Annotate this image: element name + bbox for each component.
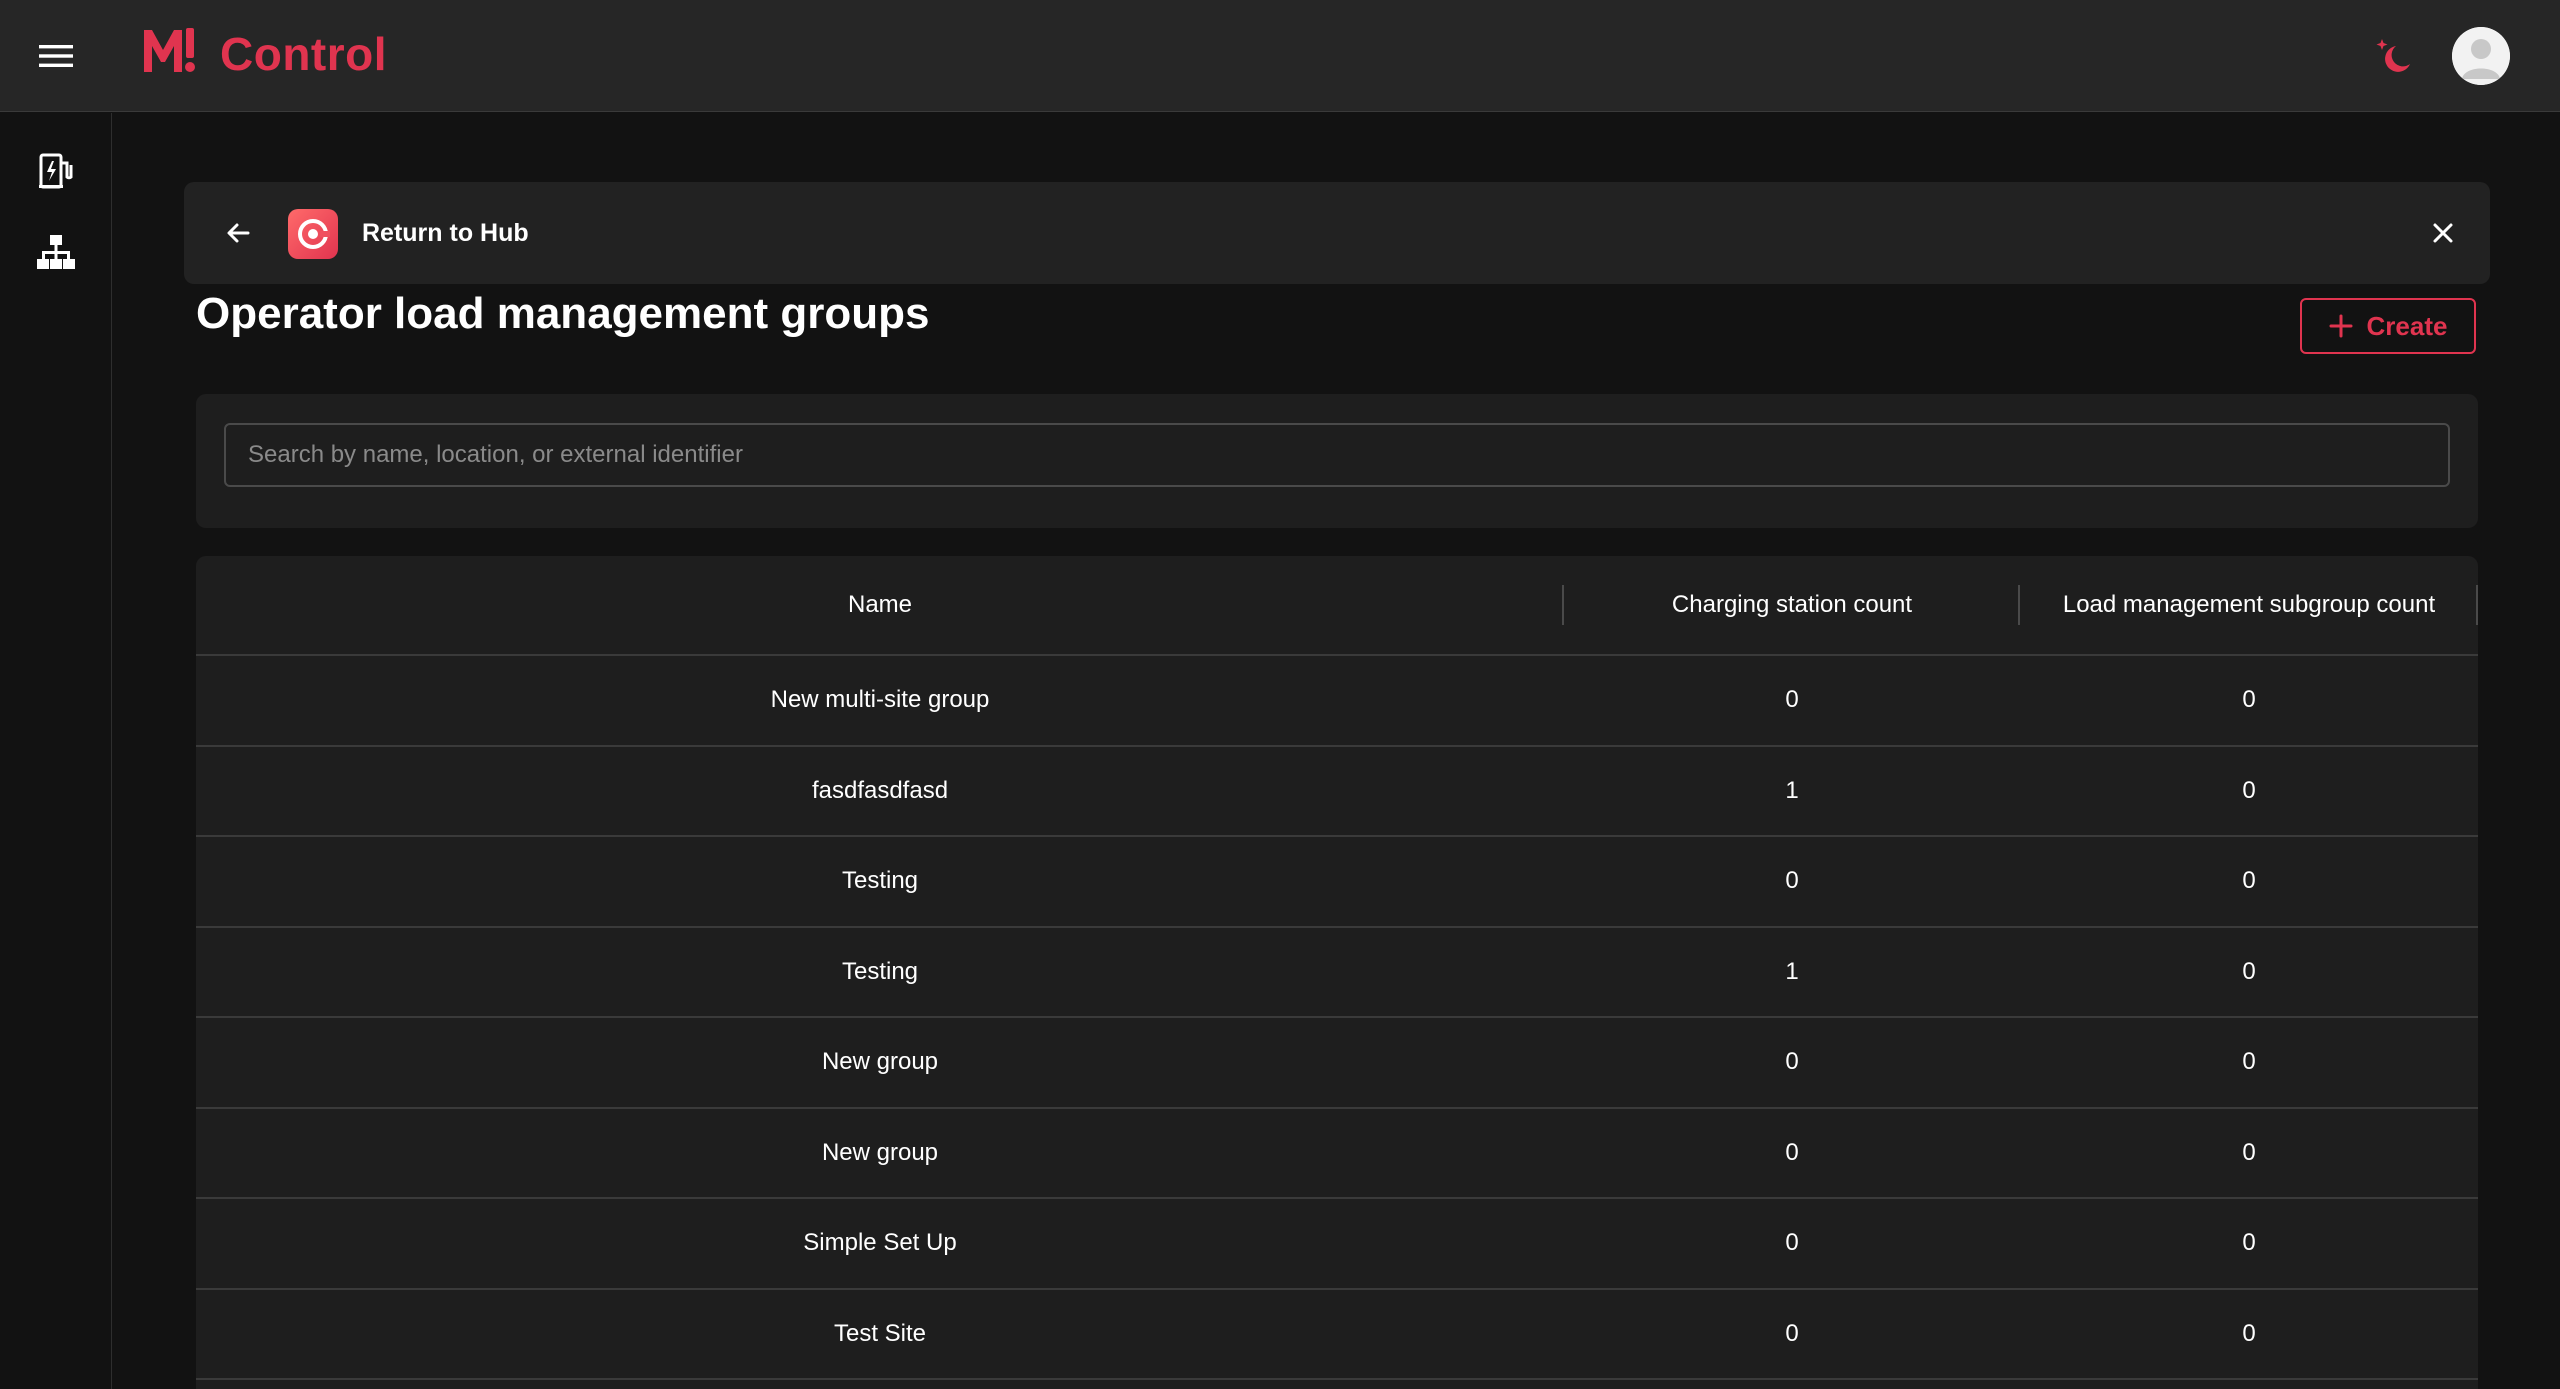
cell-subgroup-count: 0 — [2242, 867, 2256, 895]
cell-charging-station-count: 0 — [1785, 1319, 1799, 1347]
create-button-label: Create — [2366, 310, 2448, 341]
groups-table: Name Charging station count Load managem… — [196, 556, 2478, 1389]
cell-charging-station-count: 0 — [1785, 1048, 1799, 1076]
cell-subgroup-count: 0 — [2242, 776, 2256, 804]
cell-charging-station-count: 1 — [1785, 957, 1799, 985]
cell-charging-station-count: 0 — [1785, 686, 1799, 714]
cell-name: fasdfasdfasd — [811, 776, 949, 804]
close-button[interactable] — [2424, 214, 2462, 252]
back-button[interactable] — [220, 214, 258, 252]
user-avatar[interactable] — [2452, 27, 2510, 85]
table-body: New multi-site group 0 0 fasdfasdfasd 1 … — [196, 656, 2478, 1380]
column-header-charging-station-count[interactable]: Charging station count — [1564, 556, 2020, 655]
cell-name: New multi-site group — [770, 686, 990, 714]
theme-toggle-button[interactable] — [2372, 34, 2416, 78]
side-navigation — [0, 113, 112, 1389]
cell-subgroup-count: 0 — [2242, 1319, 2256, 1347]
nav-load-management-groups[interactable] — [36, 233, 76, 273]
return-to-hub-link[interactable]: Return to Hub — [362, 216, 529, 250]
table-row[interactable]: New multi-site group 0 0 — [196, 656, 2478, 747]
plus-icon — [2329, 314, 2353, 338]
return-to-hub-bar: Return to Hub — [184, 182, 2490, 284]
cell-subgroup-count: 0 — [2242, 686, 2256, 714]
cell-name: Testing — [841, 957, 919, 985]
cell-subgroup-count: 0 — [2242, 1048, 2256, 1076]
column-header-subgroup-count[interactable]: Load management subgroup count — [2020, 556, 2478, 655]
search-panel — [196, 394, 2478, 528]
cell-name: Testing — [841, 867, 919, 895]
cell-name: Simple Set Up — [803, 1229, 957, 1257]
search-input[interactable] — [224, 423, 2450, 487]
table-row[interactable]: New group 0 0 — [196, 1018, 2478, 1109]
cell-name: Test Site — [833, 1319, 927, 1347]
cell-charging-station-count: 0 — [1785, 1229, 1799, 1257]
table-header: Name Charging station count Load managem… — [196, 556, 2478, 656]
charging-station-icon — [39, 153, 73, 189]
cell-charging-station-count: 0 — [1785, 867, 1799, 895]
cell-charging-station-count: 1 — [1785, 776, 1799, 804]
top-app-bar: Control — [0, 0, 2560, 112]
cell-charging-station-count: 0 — [1785, 1138, 1799, 1166]
column-header-name[interactable]: Name — [196, 556, 1564, 655]
hub-app-icon — [288, 209, 338, 259]
menu-button[interactable] — [30, 36, 82, 76]
hamburger-menu-icon — [39, 45, 73, 67]
nav-charging-stations[interactable] — [36, 151, 76, 191]
table-row[interactable]: Testing 0 0 — [196, 837, 2478, 928]
hierarchy-icon — [37, 235, 75, 269]
user-avatar-icon — [2452, 27, 2510, 85]
create-button[interactable]: Create — [2300, 298, 2476, 354]
cell-subgroup-count: 0 — [2242, 1138, 2256, 1166]
table-row[interactable]: Testing 1 0 — [196, 928, 2478, 1018]
close-icon — [2433, 223, 2453, 243]
brand-name: Control — [220, 28, 388, 80]
table-row[interactable]: fasdfasdfasd 1 0 — [196, 747, 2478, 837]
moon-sparkle-icon — [2376, 39, 2410, 72]
hub-logo-icon — [298, 219, 330, 249]
cell-subgroup-count: 0 — [2242, 1229, 2256, 1257]
table-row[interactable]: Test Site 0 0 — [196, 1290, 2478, 1380]
cell-name: New group — [821, 1138, 939, 1166]
cell-subgroup-count: 0 — [2242, 957, 2256, 985]
arrow-left-icon — [227, 223, 250, 243]
table-row[interactable]: Simple Set Up 0 0 — [196, 1199, 2478, 1290]
table-row[interactable]: New group 0 0 — [196, 1109, 2478, 1199]
cell-name: New group — [821, 1048, 939, 1076]
page-title: Operator load management groups — [196, 289, 930, 338]
brand-logo-icon — [144, 28, 195, 72]
